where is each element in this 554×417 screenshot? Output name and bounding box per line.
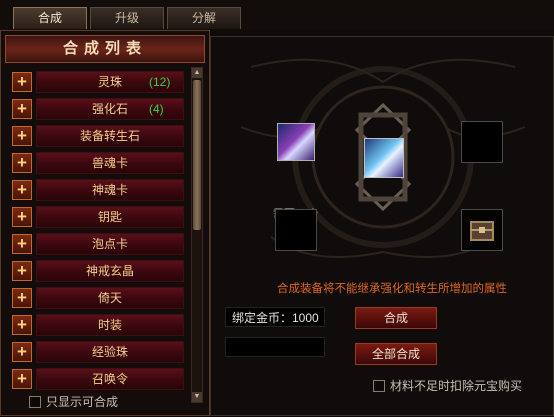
tab-upgrade[interactable]: 升级 xyxy=(90,7,164,29)
expand-plus-icon[interactable]: + xyxy=(12,369,32,389)
expand-plus-icon[interactable]: + xyxy=(12,315,32,335)
secondary-currency-display xyxy=(225,337,325,357)
list-item[interactable]: + 经验珠 xyxy=(9,341,189,363)
list-item[interactable]: + 钥匙 xyxy=(9,206,189,228)
list-item[interactable]: + 倚天 xyxy=(9,287,189,309)
material-item-slot[interactable] xyxy=(277,123,315,161)
item-count: (4) xyxy=(149,102,164,116)
item-label: 倚天 xyxy=(97,291,122,305)
craft-window: 合成 升级 分解 合成列表 + 灵珠 (12) + 强化石 (4) + 装备转生… xyxy=(0,0,554,416)
only-craftable-label: 只显示可合成 xyxy=(46,395,119,410)
compose-all-button[interactable]: 全部合成 xyxy=(355,343,437,365)
auto-buy-checkbox[interactable] xyxy=(373,379,385,392)
bound-gold-display: 绑定金币：1000 xyxy=(225,307,325,327)
item-label: 时装 xyxy=(97,318,122,332)
list-title: 合成列表 xyxy=(5,35,205,63)
expand-plus-icon[interactable]: + xyxy=(12,99,32,119)
list-item[interactable]: + 灵珠 (12) xyxy=(9,71,189,93)
expand-plus-icon[interactable]: + xyxy=(12,261,32,281)
expand-plus-icon[interactable]: + xyxy=(12,234,32,254)
expand-plus-icon[interactable]: + xyxy=(12,72,32,92)
material-slot-empty[interactable] xyxy=(275,209,317,251)
item-label: 召唤令 xyxy=(91,372,128,386)
list-item[interactable]: + 泡点卡 xyxy=(9,233,189,255)
auto-buy-label: 材料不足时扣除元宝购买 xyxy=(390,379,523,394)
list-item[interactable]: + 兽魂卡 xyxy=(9,152,189,174)
expand-plus-icon[interactable]: + xyxy=(12,342,32,362)
item-label: 装备转生石 xyxy=(79,129,140,143)
list-scrollbar[interactable]: ▲ ▼ xyxy=(191,67,203,403)
auto-buy-option[interactable]: 材料不足时扣除元宝购买 xyxy=(373,377,522,395)
expand-plus-icon[interactable]: + xyxy=(12,126,32,146)
scroll-down-arrow-icon[interactable]: ▼ xyxy=(192,392,202,402)
expand-plus-icon[interactable]: + xyxy=(12,288,32,308)
expand-plus-icon[interactable]: + xyxy=(12,180,32,200)
list-item[interactable]: + 神魂卡 xyxy=(9,179,189,201)
tab-bar: 合成 升级 分解 xyxy=(0,0,554,30)
scroll-thumb[interactable] xyxy=(193,80,201,230)
list-item[interactable]: + 装备转生石 xyxy=(9,125,189,147)
item-count: (12) xyxy=(149,75,171,89)
compose-button[interactable]: 合成 xyxy=(355,307,437,329)
item-label: 泡点卡 xyxy=(91,237,128,251)
recipe-list-panel: 合成列表 + 灵珠 (12) + 强化石 (4) + 装备转生石 + 兽魂卡 +… xyxy=(0,30,210,416)
item-label: 经验珠 xyxy=(91,345,128,359)
expand-plus-icon[interactable]: + xyxy=(12,207,32,227)
chest-icon xyxy=(470,221,494,241)
material-slot-chest[interactable] xyxy=(461,209,503,251)
result-item-slot[interactable] xyxy=(364,138,404,178)
tab-compose[interactable]: 合成 xyxy=(13,7,87,29)
expand-plus-icon[interactable]: + xyxy=(12,153,32,173)
tab-decompose[interactable]: 分解 xyxy=(167,7,241,29)
item-label: 钥匙 xyxy=(97,210,122,224)
item-label: 神魂卡 xyxy=(91,183,128,197)
list-item[interactable]: + 神戒玄晶 xyxy=(9,260,189,282)
only-craftable-checkbox[interactable] xyxy=(29,395,41,408)
recipe-list: + 灵珠 (12) + 强化石 (4) + 装备转生石 + 兽魂卡 + 神魂卡 … xyxy=(9,71,189,403)
scroll-up-arrow-icon[interactable]: ▲ xyxy=(192,68,202,78)
item-label: 兽魂卡 xyxy=(91,156,128,170)
list-item[interactable]: + 时装 xyxy=(9,314,189,336)
material-slot-empty[interactable] xyxy=(461,121,503,163)
list-item[interactable]: + 召唤令 xyxy=(9,368,189,390)
craft-panel: 需要10个 合成装备将不能继承强化和转生所增加的属性 绑定金币：1000 合成 … xyxy=(210,36,554,416)
item-label: 神戒玄晶 xyxy=(85,264,134,278)
inheritance-warning: 合成装备将不能继承强化和转生所增加的属性 xyxy=(277,283,507,295)
list-item[interactable]: + 强化石 (4) xyxy=(9,98,189,120)
only-craftable-filter[interactable]: 只显示可合成 xyxy=(29,393,118,411)
